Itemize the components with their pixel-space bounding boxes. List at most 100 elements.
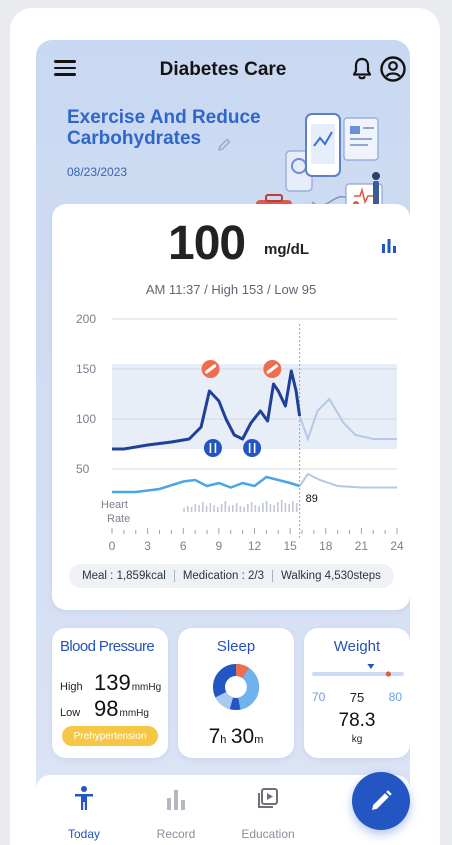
heart-rate-bar [247, 504, 249, 512]
x-tick-label: 9 [216, 539, 223, 553]
bar-chart-icon[interactable] [380, 236, 398, 254]
blood-pressure-title: Blood Pressure [60, 638, 155, 655]
glucose-time: AM 11:37 [145, 282, 201, 297]
glucose-card[interactable]: 100 mg/dL AM 11:37 / High 153 / Low 95 5… [52, 204, 410, 610]
weight-title: Weight [333, 638, 381, 655]
bp-low-label: Low [60, 707, 81, 719]
heart-rate-bar [277, 502, 279, 512]
heart-rate-bar [183, 508, 185, 512]
x-tick-label: 15 [283, 539, 297, 553]
profile-icon[interactable] [379, 55, 407, 83]
nav-today[interactable]: Today [44, 785, 124, 841]
nav-education-label: Education [241, 827, 295, 841]
edit-goal-icon[interactable] [216, 137, 232, 153]
bp-low-row: Low 98 mmHg [60, 696, 149, 722]
bp-status-badge: Prehypertension [62, 726, 158, 746]
heart-rate-bar [258, 506, 260, 512]
blood-pressure-card[interactable]: Blood Pressure High 139 mmHg Low 98 mmHg… [52, 628, 168, 758]
glucose-chart[interactable]: 50 100 150 200 89 Heart Rate 0 3 6 9 12 15 18 21 24 [52, 304, 410, 564]
bar-chart-icon [167, 790, 185, 810]
glucose-high: High 153 [211, 282, 264, 297]
heart-rate-bar [232, 505, 234, 512]
heart-rate-forecast-line [298, 472, 397, 489]
heart-rate-bar [209, 503, 212, 512]
heart-rate-bar [194, 504, 197, 512]
x-tick-label: 21 [355, 539, 369, 553]
heart-rate-bar [202, 502, 204, 512]
heart-rate-bar [213, 505, 215, 512]
x-tick-label: 18 [319, 539, 333, 553]
bp-high-value: 139 [94, 670, 131, 695]
x-tick-label: 12 [248, 539, 262, 553]
y-tick-label: 150 [76, 362, 96, 376]
nav-record[interactable]: Record [136, 785, 216, 841]
heart-rate-bar [250, 502, 253, 512]
y-tick-label: 100 [76, 412, 96, 426]
weight-value: 78.3 [338, 710, 376, 731]
heart-rate-bar [280, 500, 283, 512]
bp-high-row: High 139 mmHg [60, 670, 161, 696]
heart-rate-bar [239, 506, 242, 512]
top-bar: Diabetes Care [36, 40, 410, 98]
bp-high-label: High [60, 681, 83, 693]
heart-rate-bar [288, 504, 290, 512]
sleep-title: Sleep [216, 638, 256, 655]
phone-frame: Diabetes Care Exercise And Reduce Carboh… [10, 8, 440, 845]
heart-rate-bar [205, 506, 208, 512]
glucose-unit: mg/dL [264, 241, 309, 258]
heart-rate-bar [198, 505, 200, 512]
heart-rate-bar [292, 501, 294, 512]
meal-marker[interactable] [203, 439, 222, 457]
glucose-low: Low 95 [274, 282, 317, 297]
heart-rate-bar [190, 507, 193, 512]
goal-date: 08/23/2023 [67, 165, 128, 179]
heart-rate-label-1: Heart [101, 499, 128, 511]
heart-rate-bar [284, 503, 287, 512]
sleep-minutes: 30 [230, 725, 255, 748]
heart-rate-bar [262, 503, 264, 512]
nav-today-label: Today [67, 827, 101, 841]
nav-education[interactable]: Education [228, 785, 308, 841]
sleep-card[interactable]: Sleep 7h 30m [178, 628, 294, 758]
pencil-icon [372, 790, 392, 810]
bp-low-value: 98 [94, 696, 119, 721]
x-tick-label: 0 [109, 539, 116, 553]
x-tick-label: 6 [180, 539, 187, 553]
heart-rate-bar [224, 501, 227, 512]
heart-rate-bar [228, 506, 230, 512]
medication-marker[interactable] [201, 360, 220, 378]
summary-walking: Walking 4,530steps [281, 570, 381, 582]
heart-rate-value: 89 [306, 493, 318, 505]
summary-separator [272, 570, 273, 582]
weight-current-dot [385, 671, 391, 677]
glucose-stats: AM 11:37 / High 153 / Low 95 [52, 282, 410, 297]
person-exercise-icon [75, 786, 93, 810]
heart-rate-bar [187, 506, 189, 512]
heart-rate-label-2: Rate [107, 513, 130, 525]
medication-marker[interactable] [263, 360, 282, 378]
sleep-donut-chart [213, 664, 259, 710]
weight-target-marker [367, 664, 375, 669]
nav-record-label: Record [156, 827, 196, 841]
heart-rate-bar [235, 503, 238, 512]
summary-separator [173, 570, 175, 582]
sleep-hours-unit: h [220, 734, 227, 746]
x-tick-label: 24 [390, 539, 404, 553]
weight-card[interactable]: Weight 70 75 80 78.3 kg [304, 628, 410, 758]
summary-medication: Medication : 2/3 [182, 570, 264, 582]
bp-low-unit: mmHg [119, 708, 149, 719]
heart-rate-bar [217, 507, 219, 512]
y-tick-label: 50 [76, 462, 90, 476]
heart-rate-bar [254, 505, 257, 512]
sleep-duration: 7h 30m [178, 725, 294, 749]
heart-rate-bar [273, 505, 275, 512]
meal-marker[interactable] [243, 439, 262, 457]
edit-record-button[interactable] [352, 772, 410, 830]
bp-high-unit: mmHg [131, 682, 162, 693]
bell-icon[interactable] [349, 56, 375, 82]
weight-max: 80 [388, 690, 402, 704]
heart-rate-bar [220, 504, 223, 512]
heart-rate-bar [243, 507, 245, 512]
heart-rate-bar [269, 504, 272, 512]
weight-unit: kg [351, 734, 363, 745]
